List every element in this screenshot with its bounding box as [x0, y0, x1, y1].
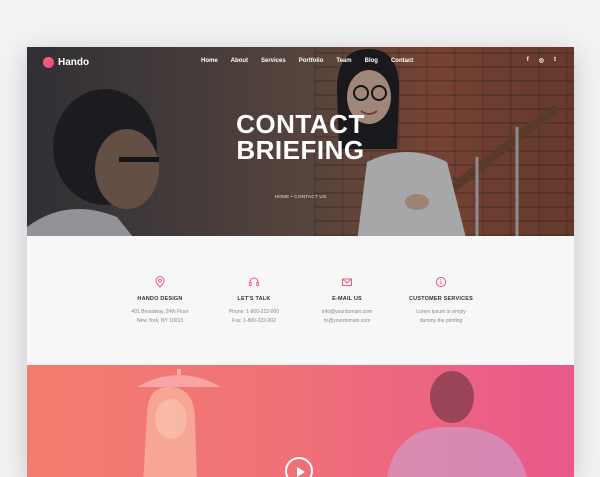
video-section [27, 365, 574, 477]
envelope-icon [342, 278, 352, 286]
page-title-line-1: CONTACT [236, 109, 365, 139]
nav-item-team[interactable]: Team [336, 57, 351, 65]
twitter-icon[interactable]: t [554, 57, 556, 64]
nav-item-home[interactable]: Home [201, 57, 218, 65]
hero-section: Hando Home About Services Portfolio Team… [27, 47, 574, 236]
instagram-icon[interactable]: ◎ [539, 57, 544, 64]
info-line: dummy the printing [419, 318, 463, 324]
info-line: Lorem ipsum is simply [416, 309, 466, 315]
headset-icon [248, 277, 260, 286]
brand-logo[interactable]: Hando [43, 57, 89, 68]
breadcrumb[interactable]: HOME • CONTACT US [27, 194, 574, 199]
logo-icon [43, 57, 54, 68]
nav-item-contact[interactable]: Contact [391, 57, 413, 65]
page-title: CONTACT BRIEFING [27, 111, 574, 163]
main-nav: Home About Services Portfolio Team Blog … [201, 57, 413, 65]
facebook-icon[interactable]: f [527, 57, 529, 64]
nav-item-portfolio[interactable]: Portfolio [299, 57, 324, 65]
page-frame: Hando Home About Services Portfolio Team… [27, 47, 574, 477]
brand-name: Hando [58, 57, 90, 68]
woman-silhouette [143, 386, 197, 477]
play-video-button[interactable] [285, 457, 313, 477]
page-title-line-2: BRIEFING [236, 135, 365, 165]
nav-item-services[interactable]: Services [261, 57, 286, 65]
nav-item-blog[interactable]: Blog [365, 57, 378, 65]
location-pin-icon [155, 276, 165, 288]
info-title: CUSTOMER SERVICES [408, 296, 473, 302]
info-icon [435, 276, 447, 288]
play-icon [297, 467, 305, 477]
info-column-services: CUSTOMER SERVICES Lorem ipsum is simply … [386, 276, 496, 326]
man-silhouette-bottom [387, 371, 527, 477]
nav-item-about[interactable]: About [231, 57, 248, 65]
social-links: f ◎ t [527, 57, 556, 64]
contact-info-section: HANDO DESIGN 401 Broadway, 24th Floor Ne… [27, 236, 574, 365]
